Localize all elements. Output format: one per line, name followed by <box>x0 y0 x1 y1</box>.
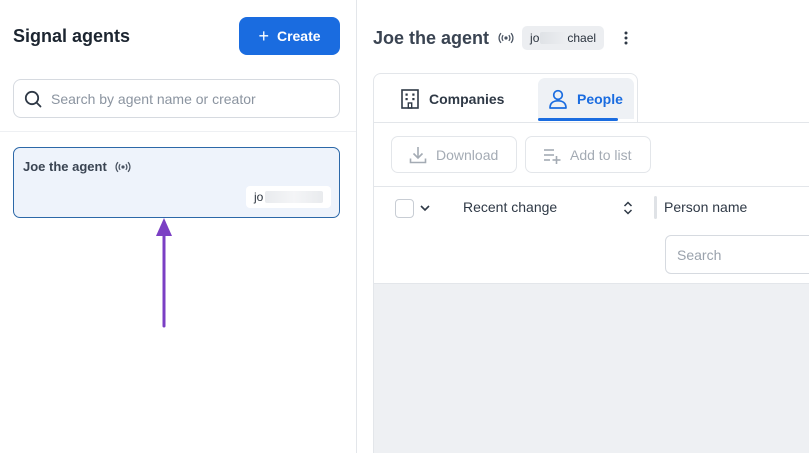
redacted-text <box>265 191 324 203</box>
tab-people[interactable]: People <box>538 78 634 121</box>
redacted-text <box>540 32 567 44</box>
people-table-body <box>374 283 809 453</box>
people-content: Download Add to list Recent change Perso… <box>373 122 809 453</box>
active-tab-indicator <box>538 118 618 121</box>
agent-search-input[interactable] <box>51 90 321 107</box>
column-resize-handle[interactable] <box>654 196 657 219</box>
tab-companies-label: Companies <box>429 90 505 107</box>
agent-owner-chip: jo <box>246 186 331 208</box>
annotation-arrow-icon <box>156 218 172 328</box>
sort-icon[interactable] <box>622 200 634 216</box>
download-label: Download <box>436 146 499 163</box>
agent-owner-pill: jo chael <box>522 26 605 50</box>
sidebar-title: Signal agents <box>13 26 131 46</box>
agent-header: Joe the agent jo chael <box>373 26 634 50</box>
more-options-icon[interactable] <box>618 26 634 50</box>
tab-companies[interactable]: Companies <box>383 78 523 119</box>
tab-people-label: People <box>577 90 623 107</box>
agent-item-name: Joe the agent <box>23 159 107 174</box>
building-icon <box>401 88 419 109</box>
agent-title: Joe the agent <box>373 27 490 48</box>
agent-search-box[interactable] <box>13 79 340 118</box>
person-name-search-input[interactable] <box>665 235 809 274</box>
agent-list-item[interactable]: Joe the agent jo <box>13 147 340 218</box>
add-to-list-icon <box>544 148 561 164</box>
add-to-list-label: Add to list <box>570 146 632 163</box>
agent-detail-panel: Joe the agent jo chael Companies People … <box>357 0 809 453</box>
plus-icon: + <box>258 25 269 46</box>
signal-broadcast-icon <box>115 161 131 172</box>
add-to-list-button[interactable]: Add to list <box>525 136 651 173</box>
download-icon <box>409 146 427 163</box>
owner-suffix: chael <box>567 31 597 45</box>
agent-owner-text: jo <box>254 190 264 204</box>
column-header-recent-change[interactable]: Recent change <box>463 199 557 215</box>
people-table-header: Recent change Person name <box>374 186 809 283</box>
owner-prefix: jo <box>530 31 540 45</box>
select-all-checkbox[interactable] <box>395 199 414 218</box>
create-button[interactable]: + Create <box>239 17 340 55</box>
column-header-person-name[interactable]: Person name <box>664 199 747 215</box>
person-icon <box>549 89 567 109</box>
create-button-label: Create <box>276 28 321 44</box>
download-button[interactable]: Download <box>391 136 517 173</box>
search-icon <box>24 90 42 107</box>
entity-tabs: Companies People <box>373 73 638 122</box>
signal-broadcast-icon <box>498 32 514 44</box>
agents-sidebar: Signal agents + Create Joe the agent jo <box>0 0 357 453</box>
chevron-down-icon[interactable] <box>419 203 431 213</box>
